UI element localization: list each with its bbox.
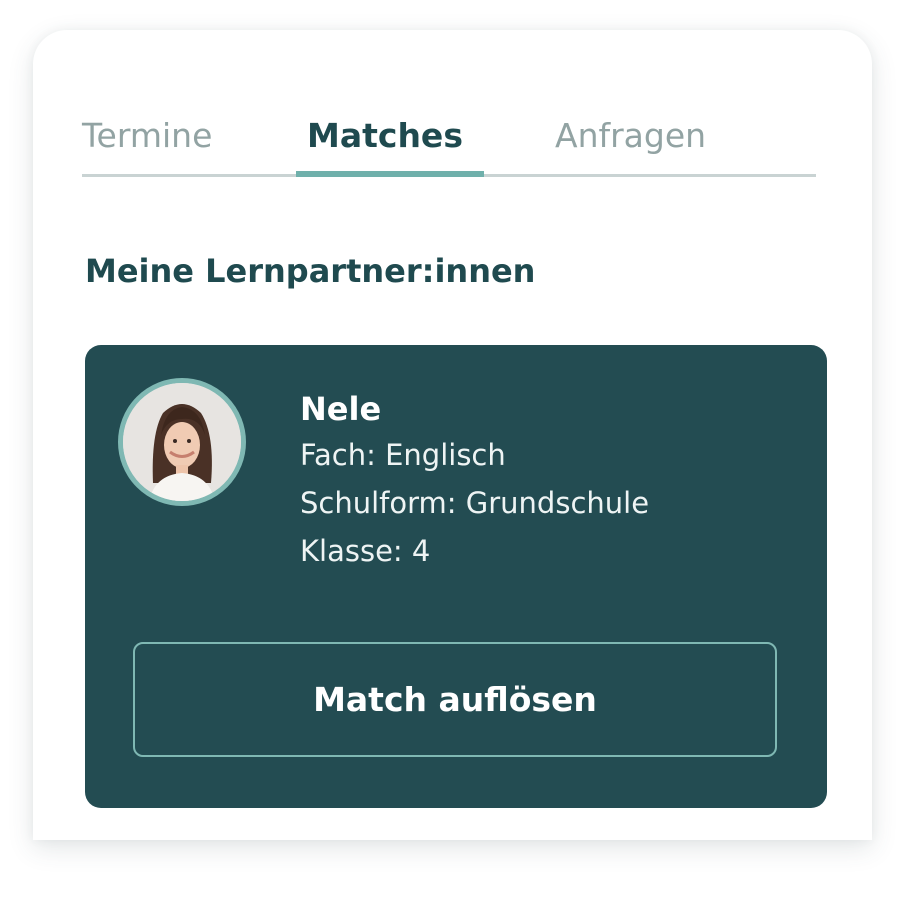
match-grade: Klasse: 4	[300, 534, 431, 568]
active-tab-indicator	[296, 171, 484, 177]
dissolve-match-button[interactable]: Match auflösen	[133, 642, 777, 757]
tab-anfragen[interactable]: Anfragen	[555, 112, 706, 174]
match-school-type: Schulform: Grundschule	[300, 486, 650, 520]
tab-matches[interactable]: Matches	[307, 112, 463, 174]
section-title: Meine Lernpartner:innen	[85, 252, 536, 290]
avatar	[118, 378, 246, 506]
match-subject: Fach: Englisch	[300, 438, 506, 472]
avatar-photo	[123, 383, 241, 501]
tab-bar: Termine Matches Anfragen	[82, 112, 816, 177]
app-panel: Termine Matches Anfragen Meine Lernpartn…	[33, 30, 872, 840]
match-name: Nele	[300, 390, 382, 428]
tab-termine[interactable]: Termine	[82, 112, 212, 174]
match-info: Nele Fach: Englisch Schulform: Grundschu…	[300, 387, 649, 575]
match-card: Nele Fach: Englisch Schulform: Grundschu…	[85, 345, 827, 808]
